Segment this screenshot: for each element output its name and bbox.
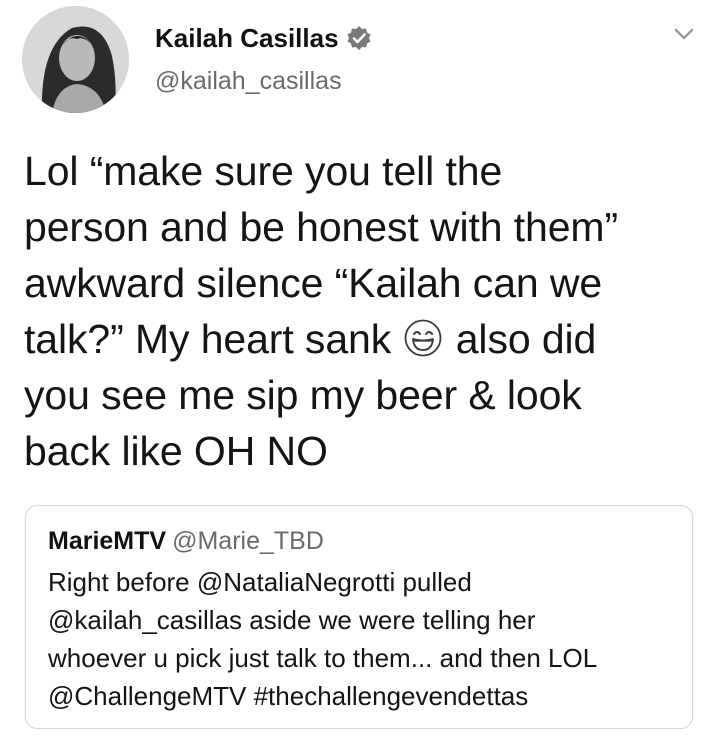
- quoted-tweet-line: @kailah_casillas aside we were telling h…: [48, 605, 536, 635]
- tweet-line-segment: talk?” My heart sank: [24, 316, 392, 362]
- quoted-tweet-line: Right before @NataliaNegrotti pulled: [48, 567, 472, 597]
- quoted-tweet-text: Right before @NataliaNegrotti pulled @ka…: [48, 563, 597, 715]
- tweet-line: awkward silence “Kailah can we: [24, 260, 603, 306]
- tweet-line: Lol “make sure you tell the: [24, 148, 503, 194]
- avatar[interactable]: [22, 6, 129, 113]
- tweet-line: person and be honest with them”: [24, 204, 619, 250]
- verified-badge-icon: [346, 25, 372, 51]
- tweet-text: Lol “make sure you tell the person and b…: [24, 143, 704, 479]
- quoted-author-handle: @Marie_TBD: [172, 527, 324, 555]
- avatar-image: [22, 6, 129, 113]
- author-name-text: Kailah Casillas: [155, 23, 339, 53]
- author-name[interactable]: Kailah Casillas: [155, 22, 372, 54]
- quoted-tweet[interactable]: MarieMTV @Marie_TBD Right before @Natalia…: [25, 505, 693, 729]
- quoted-tweet-line: whoever u pick just talk to them... and …: [48, 643, 598, 673]
- tweet-line: talk?” My heart sank also did: [24, 311, 704, 367]
- quoted-tweet-header: MarieMTV @Marie_TBD: [48, 526, 324, 556]
- quoted-tweet-line: @ChallengeMTV #thechallengevendettas: [48, 681, 529, 711]
- tweet-line-segment: also did: [455, 316, 597, 362]
- quoted-author-name: MarieMTV: [48, 527, 167, 555]
- tweet-line: back like OH NO: [24, 428, 328, 474]
- author-handle[interactable]: @kailah_casillas: [155, 65, 342, 97]
- grinning-face-icon: [404, 319, 442, 357]
- tweet-line: you see me sip my beer & look: [24, 372, 582, 418]
- chevron-down-icon[interactable]: [672, 22, 696, 46]
